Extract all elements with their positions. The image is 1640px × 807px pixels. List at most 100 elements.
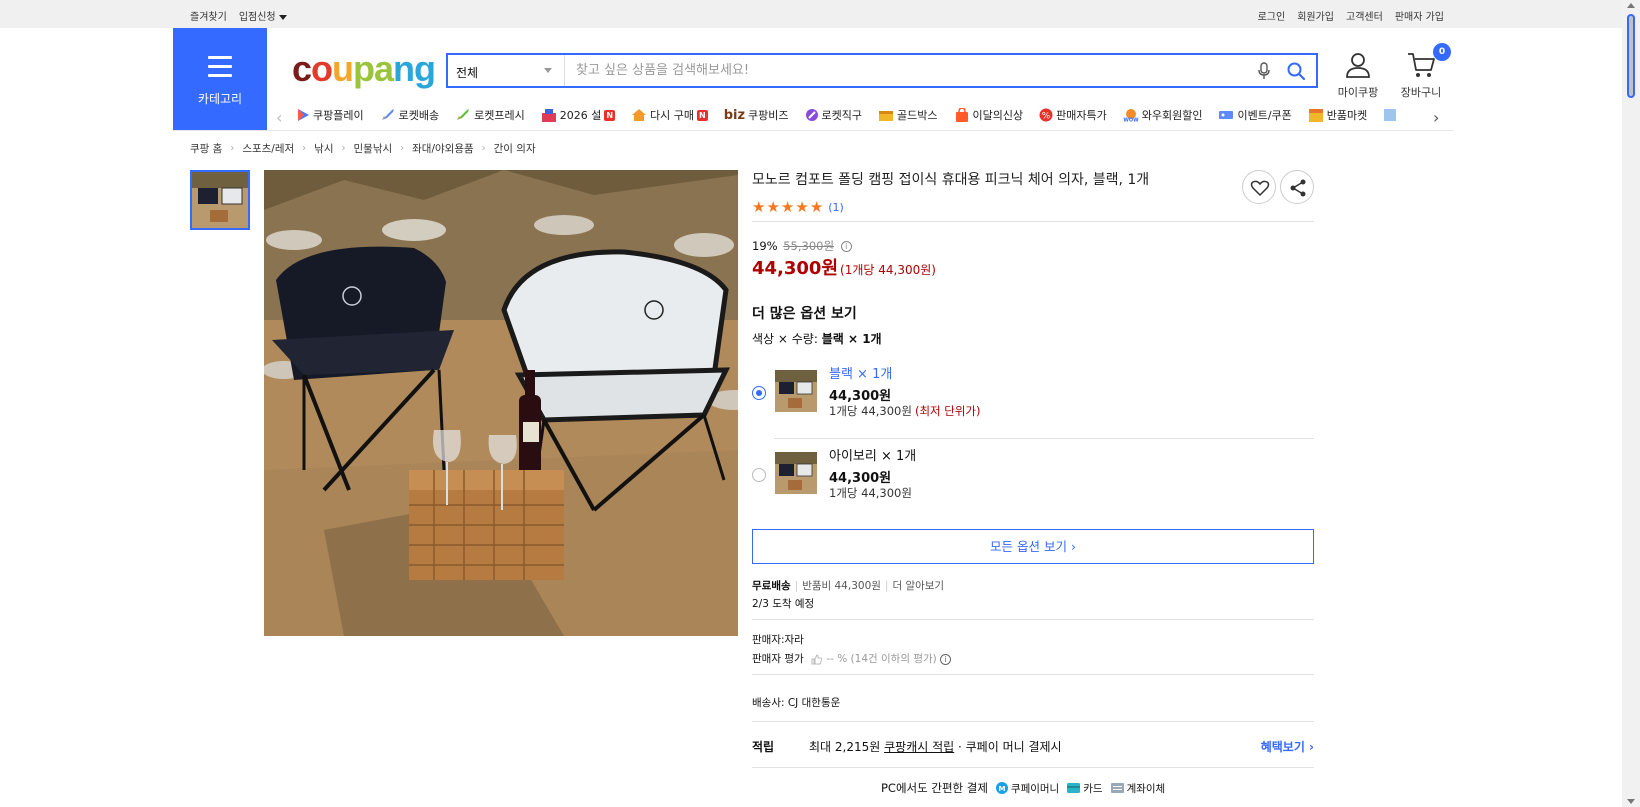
coupang-logo[interactable]: coupang — [292, 48, 436, 90]
info-icon[interactable]: i — [940, 653, 952, 665]
option-image — [775, 370, 817, 412]
coupang-cash-link[interactable]: 쿠팡캐시 적립 — [884, 740, 954, 754]
nav-item-rocket-direct[interactable]: 로켓직구 — [805, 107, 862, 123]
page-scrollbar[interactable] — [1622, 0, 1640, 807]
nav-item-events-coupons[interactable]: 이벤트/쿠폰 — [1218, 107, 1292, 123]
nav-item-rocket-delivery[interactable]: 로켓배송 — [380, 107, 439, 123]
thumbs-up-icon — [811, 653, 823, 664]
discount-row: 19% 55,300원 i — [752, 238, 852, 254]
option-radio-selected[interactable] — [752, 386, 766, 400]
rewards-description: 최대 2,215원 쿠팡캐시 적립 · 쿠페이 머니 결제시 — [809, 738, 1062, 755]
category-more-icon — [1384, 109, 1397, 121]
nav-item-wow-discount[interactable]: WOW 와우회원할인 — [1123, 107, 1202, 123]
scroll-down-icon[interactable] — [1627, 799, 1635, 804]
seller-rating-label: 판매자 평가 — [752, 653, 804, 665]
carrier-info: 배송사: CJ 대한통운 — [752, 697, 841, 709]
card-icon — [1067, 783, 1081, 793]
option-price: 44,300원 — [829, 389, 892, 404]
divider — [752, 221, 1314, 222]
nav-next-icon[interactable]: › — [1433, 108, 1439, 127]
sale-price: 44,300원 (1개당 44,300원) — [752, 254, 936, 280]
nav-item-coupang-play[interactable]: 쿠팡플레이 — [296, 107, 364, 123]
wishlist-button[interactable] — [1242, 170, 1276, 204]
nav-item-lunar-new-year[interactable]: 2026 설 N — [541, 107, 616, 123]
user-icon — [1346, 53, 1370, 78]
share-button[interactable] — [1280, 170, 1314, 204]
view-all-options-button[interactable]: 모든 옵션 보기 › — [752, 529, 1314, 564]
wow-icon: WOW — [1123, 109, 1139, 122]
seller-rating-value: -- % (14건 이하의 평가) — [826, 653, 937, 665]
globe-rocket-icon — [805, 109, 818, 121]
shopping-bag-icon — [955, 108, 968, 122]
option-radio[interactable] — [752, 468, 766, 482]
breadcrumb-item[interactable]: 민물낚시 — [354, 141, 393, 156]
divider-bar: | — [884, 580, 889, 592]
seller-signup-link[interactable]: 판매자 가입 — [1395, 8, 1444, 23]
nav-item-label: 쿠팡비즈 — [748, 109, 789, 122]
review-count-link[interactable]: (1) — [828, 201, 844, 214]
nav-item-seller-deals[interactable]: % 판매자특가 — [1039, 107, 1107, 123]
divider — [752, 721, 1314, 722]
my-coupang-button[interactable]: 마이쿠팡 — [1336, 51, 1380, 100]
product-main-image[interactable] — [264, 170, 738, 636]
percent-icon: % — [1039, 108, 1053, 122]
scroll-up-icon[interactable] — [1627, 3, 1635, 8]
signup-link[interactable]: 회원가입 — [1297, 8, 1334, 23]
lowest-unit-badge: (최저 단위가) — [914, 404, 981, 418]
rocket-icon — [381, 109, 394, 120]
nav-item-return-market[interactable]: 반품마켓 — [1308, 107, 1367, 123]
scrollbar-thumb[interactable] — [1627, 14, 1635, 98]
category-menu-button[interactable]: 카테고리 — [173, 28, 267, 130]
breadcrumb-item[interactable]: 스포츠/레저 — [242, 141, 294, 156]
cart-label: 장바구니 — [1400, 86, 1442, 99]
rewards-condition: · 쿠페이 머니 결제시 — [958, 740, 1062, 754]
info-icon[interactable]: i — [840, 241, 852, 252]
view-benefits-link[interactable]: 혜택보기 › — [1261, 738, 1314, 755]
search-scope-value: 전체 — [456, 66, 479, 80]
nav-prev-icon[interactable]: ‹ — [276, 108, 282, 127]
microphone-icon[interactable] — [1256, 62, 1272, 80]
cart-button[interactable]: 0 장바구니 — [1397, 43, 1451, 100]
option-unit-text: 1개당 44,300원 — [829, 404, 912, 418]
nav-item-more[interactable] — [1383, 107, 1397, 123]
store-icon — [1308, 109, 1323, 122]
search-scope-select[interactable]: 전체 — [448, 55, 565, 86]
payment-method-label: 쿠페이머니 — [1010, 782, 1060, 795]
vendor-apply-label: 입점신청 — [238, 12, 276, 23]
nav-item-label: 반품마켓 — [1326, 109, 1368, 122]
divider — [752, 619, 1314, 620]
star-icon: ★ — [766, 198, 780, 216]
breadcrumb-item[interactable]: 쿠팡 홈 — [190, 141, 222, 156]
option-item-black[interactable]: 블랙 × 1개 44,300원 1개당 44,300원 (최저 단위가) — [752, 358, 1314, 438]
svg-text:M: M — [998, 785, 1005, 793]
nav-item-rebuy[interactable]: 다시 구매 N — [631, 107, 708, 123]
login-link[interactable]: 로그인 — [1258, 8, 1286, 23]
nav-item-label: 다시 구매 — [650, 109, 695, 122]
rewards-row: 적립 최대 2,215원 쿠팡캐시 적립 · 쿠페이 머니 결제시 혜택보기 › — [752, 738, 1314, 755]
nav-item-label: 이달의신상 — [972, 109, 1024, 122]
breadcrumb-item[interactable]: 간이 의자 — [494, 141, 536, 156]
seller-name[interactable]: 판매자:자라 — [752, 632, 804, 647]
dropdown-arrow-icon — [544, 68, 552, 73]
vendor-apply-menu[interactable]: 입점신청 — [239, 8, 287, 23]
favorites-link[interactable]: 즐겨찾기 — [190, 8, 227, 23]
breadcrumb-item[interactable]: 좌대/야외용품 — [412, 141, 474, 156]
nav-item-coupang-biz[interactable]: biz 쿠팡비즈 — [724, 107, 789, 123]
option-image — [775, 452, 817, 494]
rating-stars[interactable]: ★ ★ ★ ★ ★ (1) — [752, 198, 844, 216]
chevron-right-icon: › — [400, 143, 405, 154]
divider — [752, 767, 1314, 768]
learn-more-link[interactable]: 더 알아보기 — [892, 580, 944, 592]
search-icon[interactable] — [1286, 61, 1306, 81]
customer-center-link[interactable]: 고객센터 — [1346, 8, 1383, 23]
nav-item-rocket-fresh[interactable]: 로켓프레시 — [455, 107, 525, 123]
breadcrumb-item[interactable]: 낚시 — [314, 141, 333, 156]
nav-item-label: 2026 설 — [559, 109, 602, 122]
option-item-ivory[interactable]: 아이보리 × 1개 44,300원 1개당 44,300원 — [752, 440, 1314, 520]
search-input[interactable] — [568, 55, 1248, 86]
payment-card: 카드 — [1067, 781, 1103, 796]
nav-item-goldbox[interactable]: 골드박스 — [878, 107, 938, 123]
product-thumbnail[interactable] — [190, 170, 250, 230]
option-unit-text: 1개당 44,300원 — [829, 486, 912, 500]
nav-item-monthly-new[interactable]: 이달의신상 — [954, 107, 1024, 123]
